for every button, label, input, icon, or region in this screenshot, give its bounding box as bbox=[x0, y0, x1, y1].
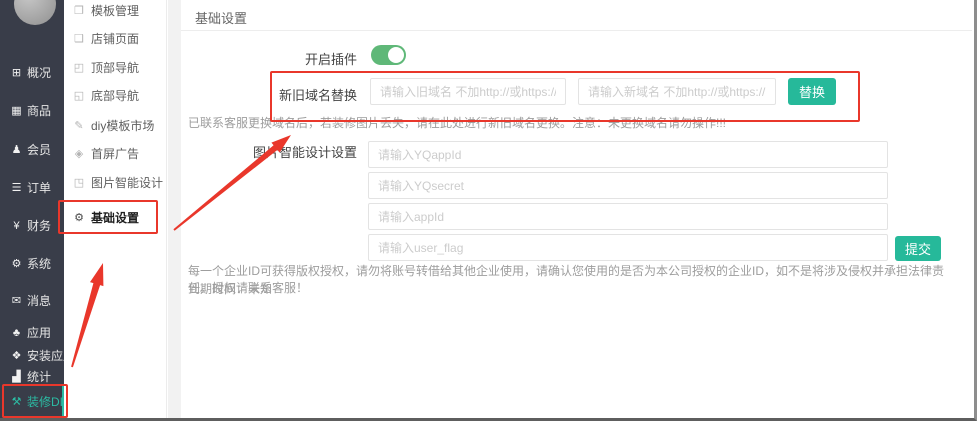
template-icon: ❐ bbox=[72, 4, 86, 17]
gear-icon: ⚙ bbox=[9, 257, 24, 270]
sidebar-item-overview[interactable]: ⊞概况 bbox=[0, 64, 64, 81]
yen-icon: ¥ bbox=[9, 220, 24, 232]
sidebar-item-label: 财务 bbox=[27, 217, 51, 234]
replace-button[interactable]: 替换 bbox=[788, 78, 836, 105]
old-domain-input[interactable] bbox=[370, 78, 566, 105]
image-design-icon: ◳ bbox=[72, 176, 86, 189]
hammer-icon: ⚒ bbox=[9, 395, 24, 408]
subnav-item-label: 首屏广告 bbox=[91, 145, 139, 162]
toggle-knob bbox=[388, 47, 404, 63]
sidebar-item-label: 消息 bbox=[27, 292, 51, 309]
yqsecret-input[interactable] bbox=[368, 172, 888, 199]
primary-sidebar: ⊞概况 ▦商品 ♟会员 ☰订单 ¥财务 ⚙系统 ✉消息 ♣应用 ❖安装应用 ▟统… bbox=[0, 0, 64, 418]
page-icon: ❑ bbox=[72, 32, 86, 45]
page-title: 基础设置 bbox=[195, 8, 247, 27]
sidebar-item-install-apps[interactable]: ❖安装应用 bbox=[0, 347, 64, 364]
sidebar-item-orders[interactable]: ☰订单 bbox=[0, 179, 64, 196]
new-domain-input[interactable] bbox=[578, 78, 776, 105]
members-icon: ♟ bbox=[9, 143, 24, 156]
sidebar-item-system[interactable]: ⚙系统 bbox=[0, 255, 64, 272]
pen-icon: ✎ bbox=[72, 119, 86, 132]
dashboard-icon: ⊞ bbox=[9, 66, 24, 79]
domain-replace-help-text: 已联系客服更换域名后，若装修图片丢失，请在此处进行新旧域名更换。注意：未更换域名… bbox=[188, 114, 726, 131]
sidebar-item-label: 商品 bbox=[27, 102, 51, 119]
subnav-item-shop-pages[interactable]: ❑ 店铺页面 bbox=[64, 30, 167, 47]
expiry-text: 到期时间：未知 bbox=[188, 281, 948, 298]
appid-input[interactable] bbox=[368, 203, 888, 230]
domain-replace-label: 新旧域名替换 bbox=[181, 85, 357, 104]
sidebar-item-finance[interactable]: ¥财务 bbox=[0, 217, 64, 234]
subnav-item-label: 模板管理 bbox=[91, 2, 139, 19]
plugin-toggle-label: 开启插件 bbox=[181, 49, 357, 68]
subnav-item-diy-market[interactable]: ✎ diy模板市场 bbox=[64, 117, 167, 134]
submit-button[interactable]: 提交 bbox=[895, 236, 941, 261]
subnav-item-label: 基础设置 bbox=[91, 209, 139, 226]
top-nav-icon: ◰ bbox=[72, 61, 86, 74]
apps-icon: ♣ bbox=[9, 327, 24, 339]
avatar[interactable] bbox=[14, 0, 56, 25]
subnav-item-label: 顶部导航 bbox=[91, 59, 139, 76]
subnav-item-label: diy模板市场 bbox=[91, 117, 154, 134]
yqappid-input[interactable] bbox=[368, 141, 888, 168]
subnav-item-template-manage[interactable]: ❐ 模板管理 bbox=[64, 2, 167, 19]
cart-icon: ☰ bbox=[9, 181, 24, 194]
sidebar-item-label: 统计 bbox=[27, 368, 51, 385]
subnav-item-splash-ads[interactable]: ◈ 首屏广告 bbox=[64, 145, 167, 162]
subnav-item-bottom-nav[interactable]: ◱ 底部导航 bbox=[64, 87, 167, 104]
user-flag-input[interactable] bbox=[368, 234, 888, 261]
sidebar-item-label: 应用 bbox=[27, 324, 51, 341]
sidebar-item-messages[interactable]: ✉消息 bbox=[0, 292, 64, 309]
ad-icon: ◈ bbox=[72, 147, 86, 160]
sidebar-item-apps[interactable]: ♣应用 bbox=[0, 324, 64, 341]
sidebar-item-label: 会员 bbox=[27, 141, 51, 158]
plugin-toggle[interactable] bbox=[371, 45, 406, 65]
secondary-sidebar: ❐ 模板管理 ❑ 店铺页面 ◰ 顶部导航 ◱ 底部导航 ✎ diy模板市场 ◈ 首屏广告 ◳… bbox=[64, 0, 167, 418]
sidebar-item-members[interactable]: ♟会员 bbox=[0, 141, 64, 158]
sidebar-item-label: 系统 bbox=[27, 255, 51, 272]
subnav-item-basic-settings[interactable]: ⚙ 基础设置 bbox=[64, 209, 167, 226]
subnav-item-label: 店铺页面 bbox=[91, 30, 139, 47]
bar-chart-icon: ▟ bbox=[9, 370, 24, 383]
page-gutter bbox=[168, 0, 181, 418]
sidebar-item-label: 订单 bbox=[27, 179, 51, 196]
chat-icon: ✉ bbox=[9, 294, 24, 307]
subnav-item-smart-image-design[interactable]: ◳ 图片智能设计 bbox=[64, 174, 167, 191]
sidebar-item-decorate-diy[interactable]: ⚒装修DIY bbox=[0, 393, 64, 410]
bottom-nav-icon: ◱ bbox=[72, 89, 86, 102]
sidebar-item-label: 概况 bbox=[27, 64, 51, 81]
header-divider bbox=[181, 30, 972, 31]
image-design-label: 图片智能设计设置 bbox=[181, 142, 357, 161]
subnav-item-label: 底部导航 bbox=[91, 87, 139, 104]
gear-icon: ⚙ bbox=[72, 211, 86, 224]
subnav-item-label: 图片智能设计 bbox=[91, 174, 163, 191]
subnav-item-top-nav[interactable]: ◰ 顶部导航 bbox=[64, 59, 167, 76]
sidebar-item-statistics[interactable]: ▟统计 bbox=[0, 368, 64, 385]
goods-icon: ▦ bbox=[9, 104, 24, 117]
install-icon: ❖ bbox=[9, 349, 24, 362]
app-window: ⊞概况 ▦商品 ♟会员 ☰订单 ¥财务 ⚙系统 ✉消息 ♣应用 ❖安装应用 ▟统… bbox=[0, 0, 977, 421]
sidebar-item-goods[interactable]: ▦商品 bbox=[0, 102, 64, 119]
